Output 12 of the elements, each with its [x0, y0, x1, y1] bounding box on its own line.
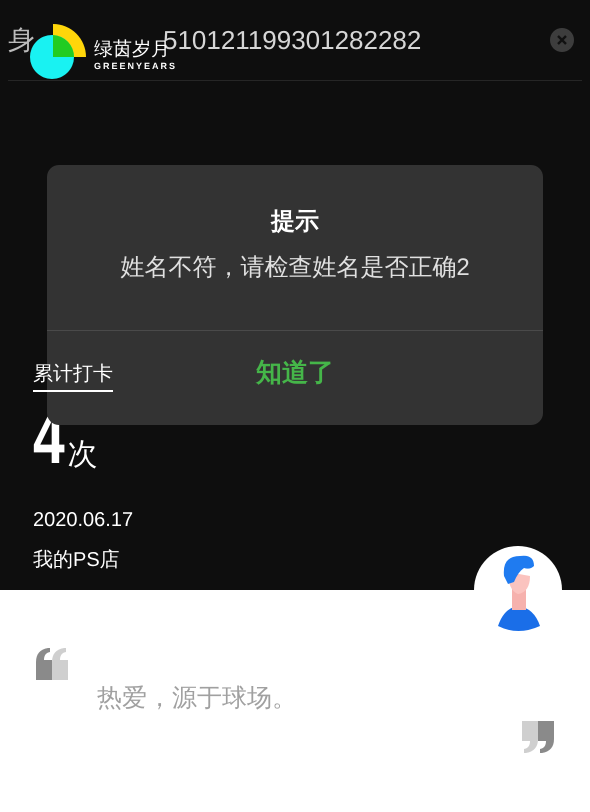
dialog-message: 姓名不符，请检查姓名是否正确2: [120, 256, 470, 280]
checkin-date: 2020.06.17: [33, 510, 134, 530]
logo-subtitle: GREENYEARS: [94, 62, 178, 70]
open-quote-icon: [36, 648, 70, 680]
close-icon[interactable]: [550, 28, 574, 52]
dialog-title: 提示: [271, 210, 319, 234]
count-unit: 次: [67, 440, 98, 470]
store-name: 我的PS店: [33, 550, 120, 570]
id-label: 身: [8, 26, 35, 54]
confirm-button[interactable]: 知道了: [248, 351, 342, 393]
motto-text: 热爱，源于球场。: [97, 686, 298, 711]
close-quote-icon: [520, 721, 554, 753]
